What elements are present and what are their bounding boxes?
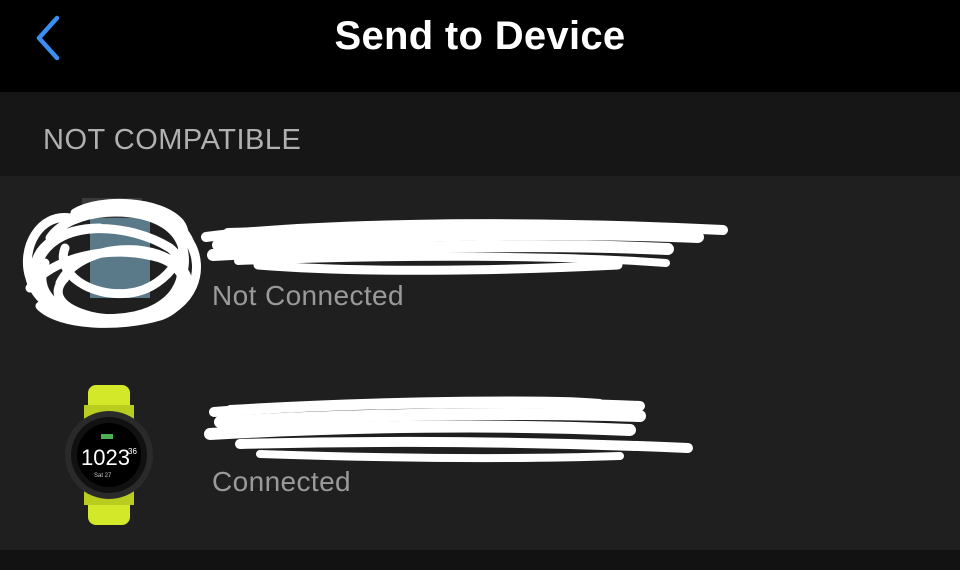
watch-seconds: 36 — [128, 447, 137, 456]
page-title: Send to Device — [334, 14, 626, 58]
device-image-redacted — [20, 188, 210, 338]
device-status: Not Connected — [212, 280, 404, 311]
watch-date: Sat 27 — [94, 473, 112, 479]
watch-image: 1023 36 Sat 27 — [62, 385, 162, 525]
section-header: NOT COMPATIBLE — [43, 124, 302, 156]
device-name-redacted — [198, 205, 738, 285]
list-bottom — [0, 550, 960, 570]
device-status: Connected — [212, 466, 352, 497]
watch-time: 1023 — [81, 445, 130, 470]
device-name-redacted — [200, 390, 700, 465]
